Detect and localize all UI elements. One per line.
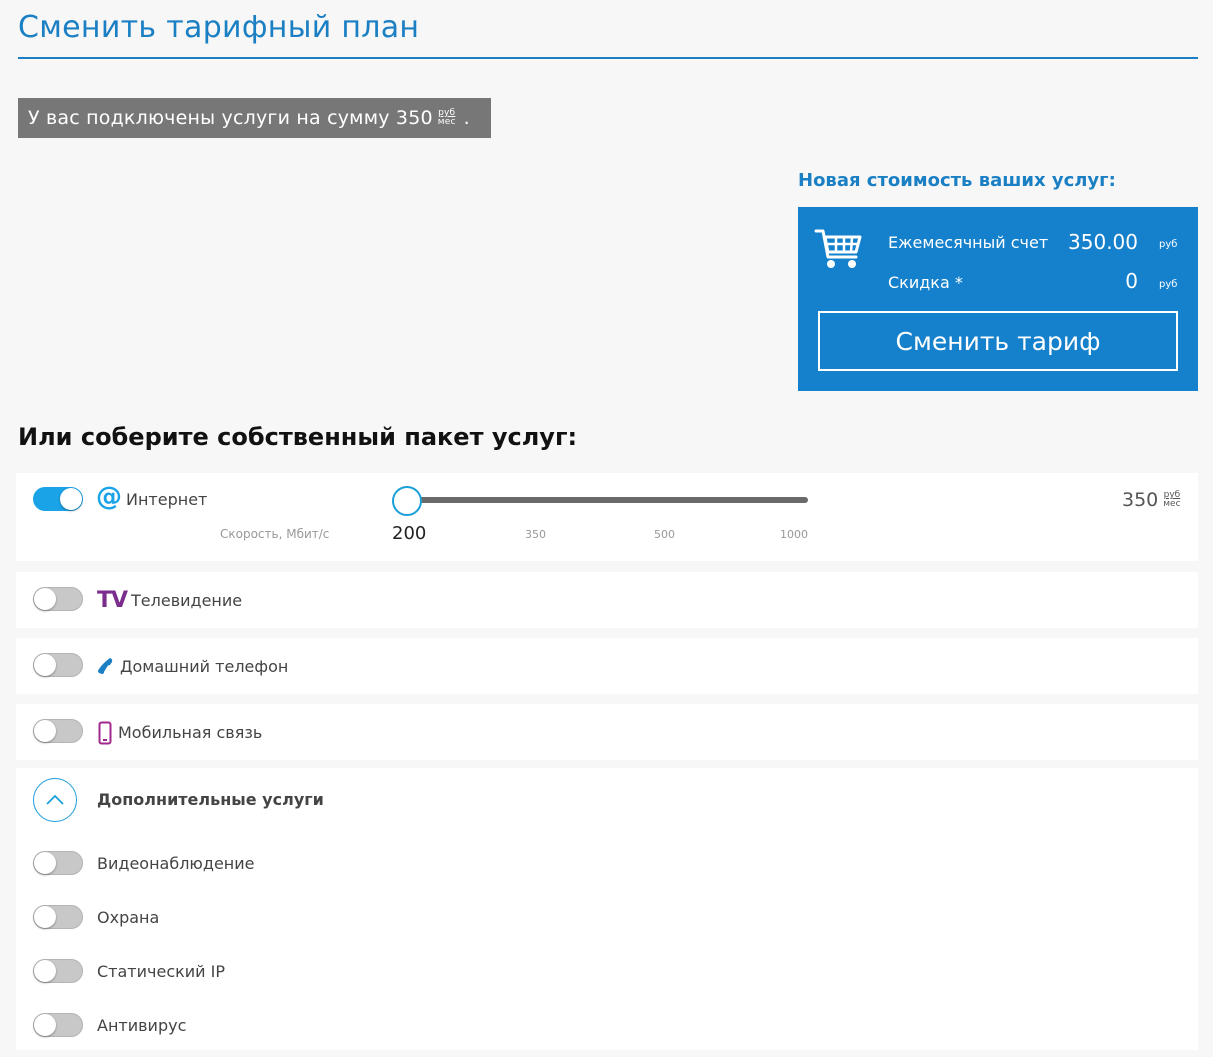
current-services-suffix: . <box>463 107 470 129</box>
current-services-banner: У вас подключены услуги на сумму 350 руб… <box>18 98 491 138</box>
page-title: Сменить тарифный план <box>18 10 420 45</box>
toggle-knob <box>34 720 56 742</box>
monthly-bill-label: Ежемесячный счет <box>888 233 1049 252</box>
page: Сменить тарифный план У вас подключены у… <box>0 0 1213 1057</box>
toggle-knob <box>34 588 56 610</box>
internet-price: 350 руб мес <box>1122 489 1181 511</box>
service-card-home-phone: Домашний телефон <box>16 638 1198 694</box>
phone-handset-icon <box>98 658 113 674</box>
video-surveillance-label: Видеонаблюдение <box>97 854 255 873</box>
antivirus-label: Антивирус <box>97 1016 187 1035</box>
toggle-knob <box>34 960 56 982</box>
title-divider <box>18 57 1198 59</box>
speed-label: Скорость, Мбит/с <box>220 527 330 541</box>
chevron-up-icon <box>46 794 64 805</box>
tv-logo-icon: TV <box>97 588 128 613</box>
cost-panel: Ежемесячный счет 350.00 руб Скидка * 0 р… <box>798 207 1198 391</box>
video-surveillance-toggle[interactable] <box>33 851 83 875</box>
speed-option-1000[interactable]: 1000 <box>780 528 808 541</box>
tv-toggle[interactable] <box>33 587 83 611</box>
antivirus-toggle[interactable] <box>33 1013 83 1037</box>
toggle-knob <box>34 852 56 874</box>
discount-value: 0 <box>1125 269 1138 293</box>
service-card-tv: TV Телевидение <box>16 572 1198 628</box>
service-card-internet: @ Интернет Скорость, Мбит/с 200 350 500 … <box>16 473 1198 561</box>
mobile-phone-icon <box>98 721 112 745</box>
speed-slider-track[interactable] <box>406 497 808 503</box>
static-ip-toggle[interactable] <box>33 959 83 983</box>
monthly-bill-value: 350.00 <box>1068 230 1138 254</box>
security-toggle[interactable] <box>33 905 83 929</box>
static-ip-label: Статический IP <box>97 962 226 981</box>
internet-toggle[interactable] <box>33 487 83 511</box>
toggle-knob <box>60 488 82 510</box>
internet-label: Интернет <box>126 490 208 509</box>
discount-currency: руб <box>1159 279 1178 290</box>
internet-price-value: 350 <box>1122 489 1159 511</box>
change-tariff-button[interactable]: Сменить тариф <box>818 311 1178 371</box>
at-sign-icon: @ <box>96 482 122 512</box>
discount-label: Скидка * <box>888 273 963 292</box>
speed-option-500[interactable]: 500 <box>654 528 675 541</box>
additional-services-card: Дополнительные услуги Видеонаблюдение Ох… <box>16 768 1198 1050</box>
home-phone-toggle[interactable] <box>33 653 83 677</box>
toggle-knob <box>34 654 56 676</box>
shopping-cart-icon <box>814 229 862 268</box>
currency-unit: руб мес <box>438 109 456 127</box>
speed-option-200[interactable]: 200 <box>392 523 426 544</box>
new-cost-title: Новая стоимость ваших услуг: <box>798 170 1116 191</box>
toggle-knob <box>34 1014 56 1036</box>
monthly-bill-currency: руб <box>1159 239 1178 250</box>
security-label: Охрана <box>97 908 160 927</box>
additional-services-title: Дополнительные услуги <box>97 790 324 809</box>
mobile-label: Мобильная связь <box>118 723 263 742</box>
service-card-mobile: Мобильная связь <box>16 704 1198 760</box>
speed-option-350[interactable]: 350 <box>525 528 546 541</box>
speed-slider-handle[interactable] <box>392 486 422 516</box>
tv-label: Телевидение <box>131 591 243 610</box>
home-phone-label: Домашний телефон <box>120 657 289 676</box>
unit-month: мес <box>437 117 456 127</box>
toggle-knob <box>34 906 56 928</box>
unit-month: мес <box>1163 499 1181 509</box>
currency-unit: руб мес <box>1163 491 1180 509</box>
mobile-toggle[interactable] <box>33 719 83 743</box>
current-services-text: У вас подключены услуги на сумму 350 <box>28 107 433 129</box>
collapse-additional-button[interactable] <box>33 778 77 822</box>
custom-package-title: Или соберите собственный пакет услуг: <box>18 423 578 451</box>
